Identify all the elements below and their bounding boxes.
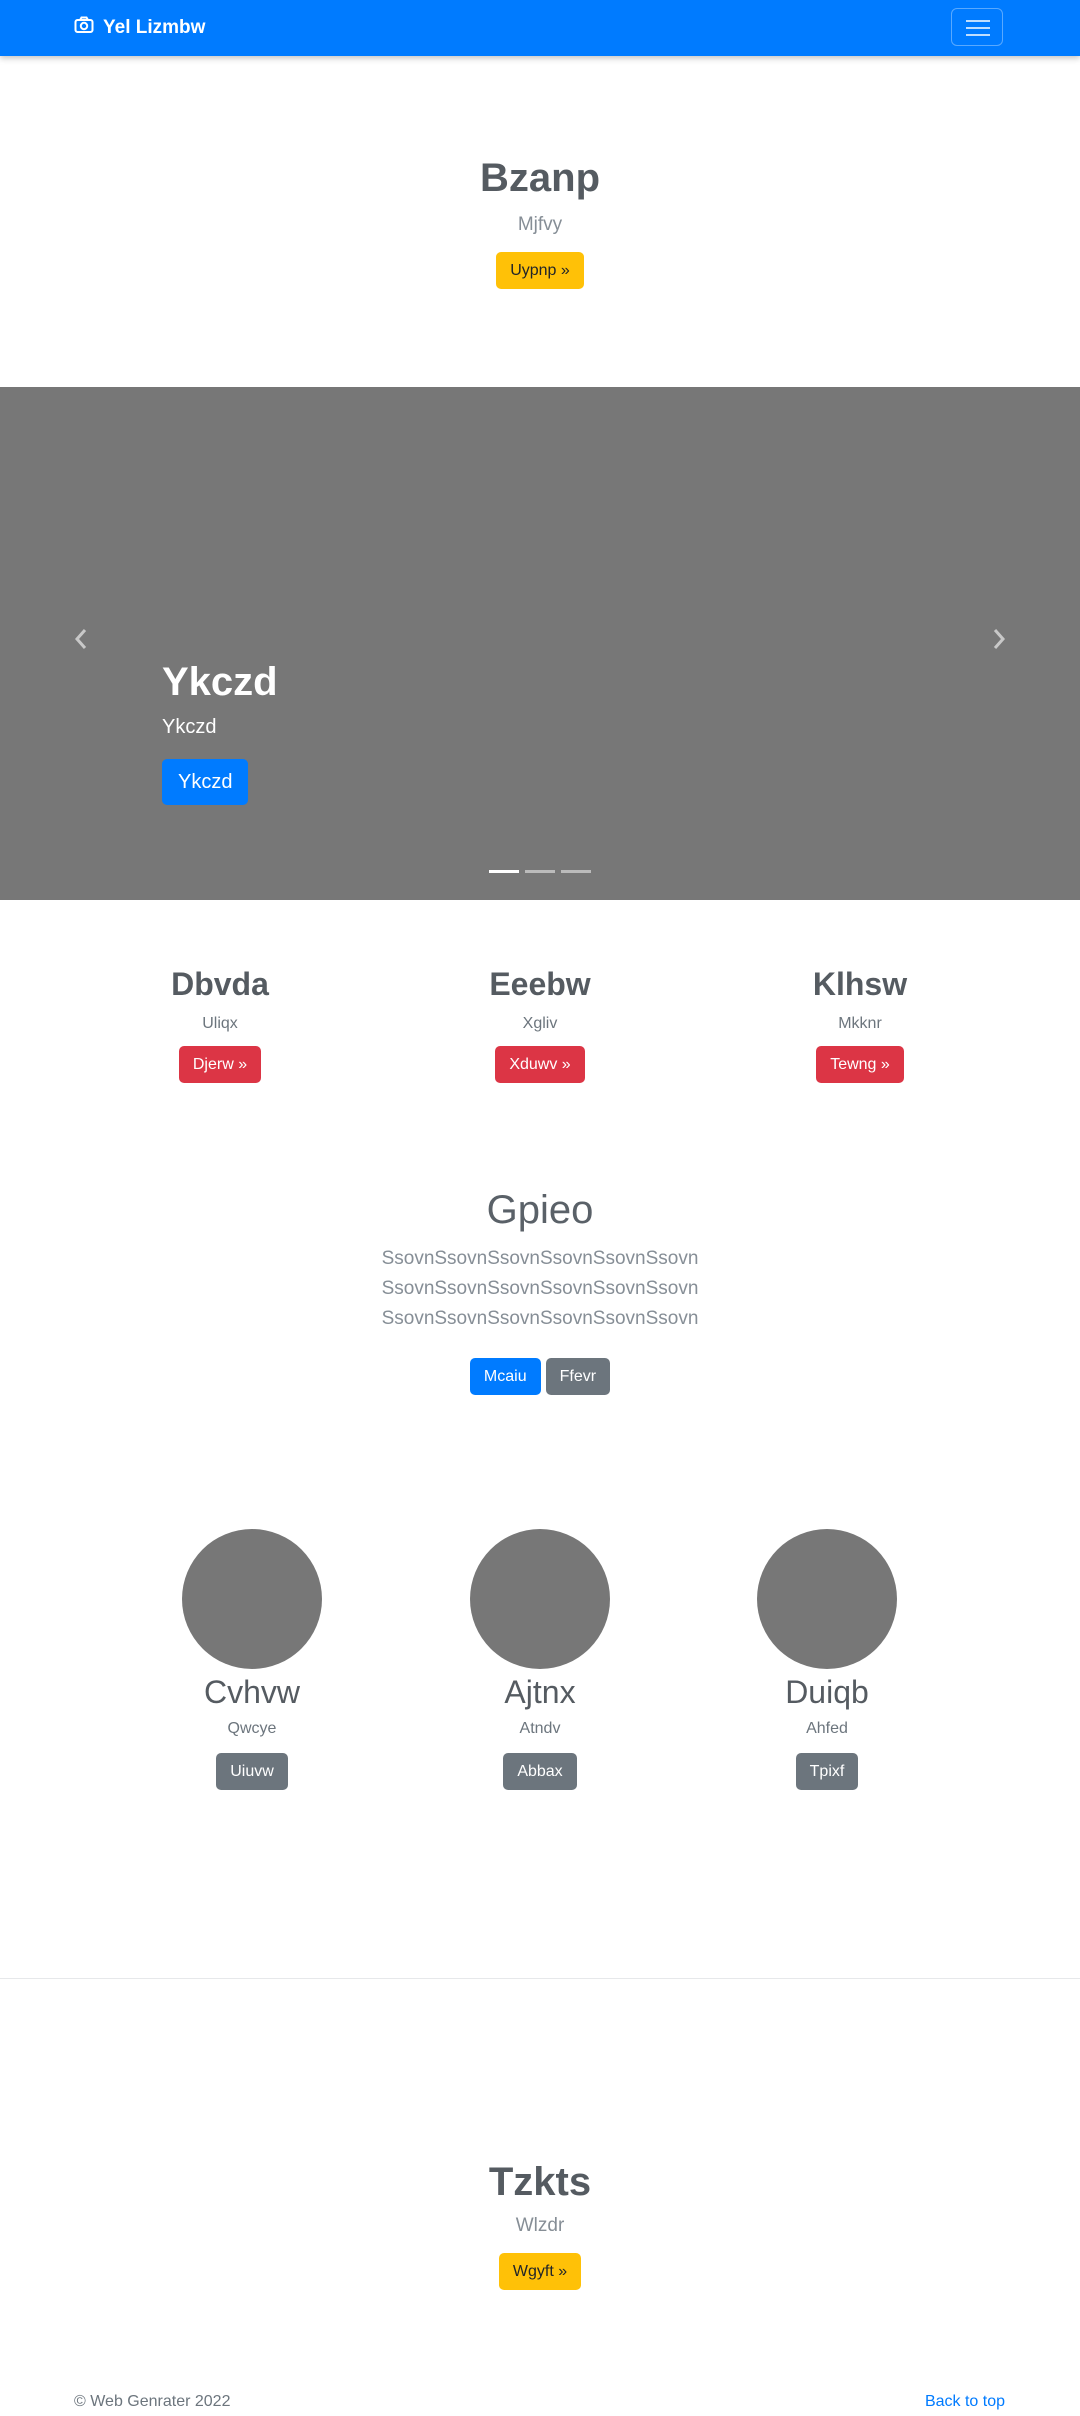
carousel-button[interactable]: Ykczd bbox=[162, 759, 249, 805]
carousel-indicator[interactable] bbox=[525, 870, 555, 873]
intro-title: Gpieo bbox=[486, 1188, 594, 1232]
intro-section: Gpieo SsovnSsovnSsovnSsovnSsovnSsovn Sso… bbox=[0, 1184, 1080, 1395]
feature-card: Klhsw Mkknr Tewng » bbox=[710, 962, 1010, 1083]
intro-buttons: Mcaiu Ffevr bbox=[0, 1358, 1080, 1395]
hero-subtitle: Mjfvy bbox=[517, 214, 563, 235]
person-name: Duiqb bbox=[785, 1674, 869, 1710]
section-divider bbox=[0, 1978, 1080, 1979]
hero-section: Bzanp Mjfvy Uypnp » bbox=[0, 150, 1080, 289]
carousel-caption: Ykczd Ykczd Ykczd bbox=[162, 657, 278, 805]
person-button[interactable]: Tpixf bbox=[795, 1753, 859, 1790]
carousel-indicator[interactable] bbox=[489, 870, 519, 873]
camera-icon bbox=[74, 16, 94, 40]
person-button[interactable]: Abbax bbox=[503, 1753, 577, 1790]
chevron-right-icon[interactable] bbox=[984, 627, 1014, 657]
hero-title: Bzanp bbox=[480, 156, 600, 200]
feature-button[interactable]: Xduwv » bbox=[495, 1046, 585, 1083]
carousel-indicator[interactable] bbox=[561, 870, 591, 873]
person-subtitle: Qwcye bbox=[227, 1720, 277, 1737]
hero-button[interactable]: Uypnp » bbox=[496, 252, 584, 289]
footer-copyright: © Web Genrater 2022 bbox=[74, 2393, 231, 2410]
carousel: Ykczd Ykczd Ykczd bbox=[0, 387, 1080, 900]
feature-subtitle: Xgliv bbox=[522, 1015, 558, 1032]
bottom-hero-subtitle: Wlzdr bbox=[515, 2215, 565, 2236]
feature-title: Dbvda bbox=[171, 966, 269, 1002]
brand-name: Yel Lizmbw bbox=[103, 17, 206, 38]
brand-link[interactable]: Yel Lizmbw bbox=[74, 16, 205, 40]
feature-button[interactable]: Tewng » bbox=[816, 1046, 904, 1083]
carousel-title: Ykczd bbox=[162, 660, 278, 704]
avatar bbox=[470, 1529, 610, 1669]
person-subtitle: Ahfed bbox=[806, 1720, 848, 1737]
bottom-hero-section: Tzkts Wlzdr Wgyft » bbox=[0, 2157, 1080, 2290]
carousel-subtitle: Ykczd bbox=[162, 716, 217, 738]
person-name: Cvhvw bbox=[203, 1674, 300, 1710]
intro-primary-button[interactable]: Mcaiu bbox=[469, 1358, 541, 1395]
intro-text: SsovnSsovnSsovnSsovnSsovnSsovn SsovnSsov… bbox=[381, 1248, 699, 1329]
navbar: Yel Lizmbw bbox=[0, 0, 1080, 56]
feature-subtitle: Uliqx bbox=[202, 1015, 238, 1032]
person-card: Duiqb Ahfed Tpixf bbox=[727, 1529, 927, 1790]
person-subtitle: Atndv bbox=[519, 1720, 561, 1737]
feature-title: Klhsw bbox=[812, 966, 908, 1002]
feature-subtitle: Mkknr bbox=[838, 1015, 882, 1032]
feature-card: Eeebw Xgliv Xduwv » bbox=[390, 962, 690, 1083]
avatar bbox=[182, 1529, 322, 1669]
bottom-hero-title: Tzkts bbox=[488, 2160, 592, 2204]
person-card: Ajtnx Atndv Abbax bbox=[440, 1529, 640, 1790]
person-button[interactable]: Uiuvw bbox=[216, 1753, 288, 1790]
feature-card: Dbvda Uliqx Djerw » bbox=[70, 962, 370, 1083]
carousel-indicators bbox=[489, 870, 591, 873]
avatar bbox=[757, 1529, 897, 1669]
bottom-hero-button[interactable]: Wgyft » bbox=[498, 2253, 582, 2290]
person-card: Cvhvw Qwcye Uiuvw bbox=[152, 1529, 352, 1790]
feature-button[interactable]: Djerw » bbox=[178, 1046, 262, 1083]
chevron-left-icon[interactable] bbox=[66, 627, 96, 657]
intro-secondary-button[interactable]: Ffevr bbox=[545, 1358, 611, 1395]
person-name: Ajtnx bbox=[504, 1674, 576, 1710]
back-to-top-link[interactable]: Back to top bbox=[925, 2393, 1005, 2411]
feature-title: Eeebw bbox=[489, 966, 591, 1002]
navbar-toggler-button[interactable] bbox=[951, 8, 1003, 46]
